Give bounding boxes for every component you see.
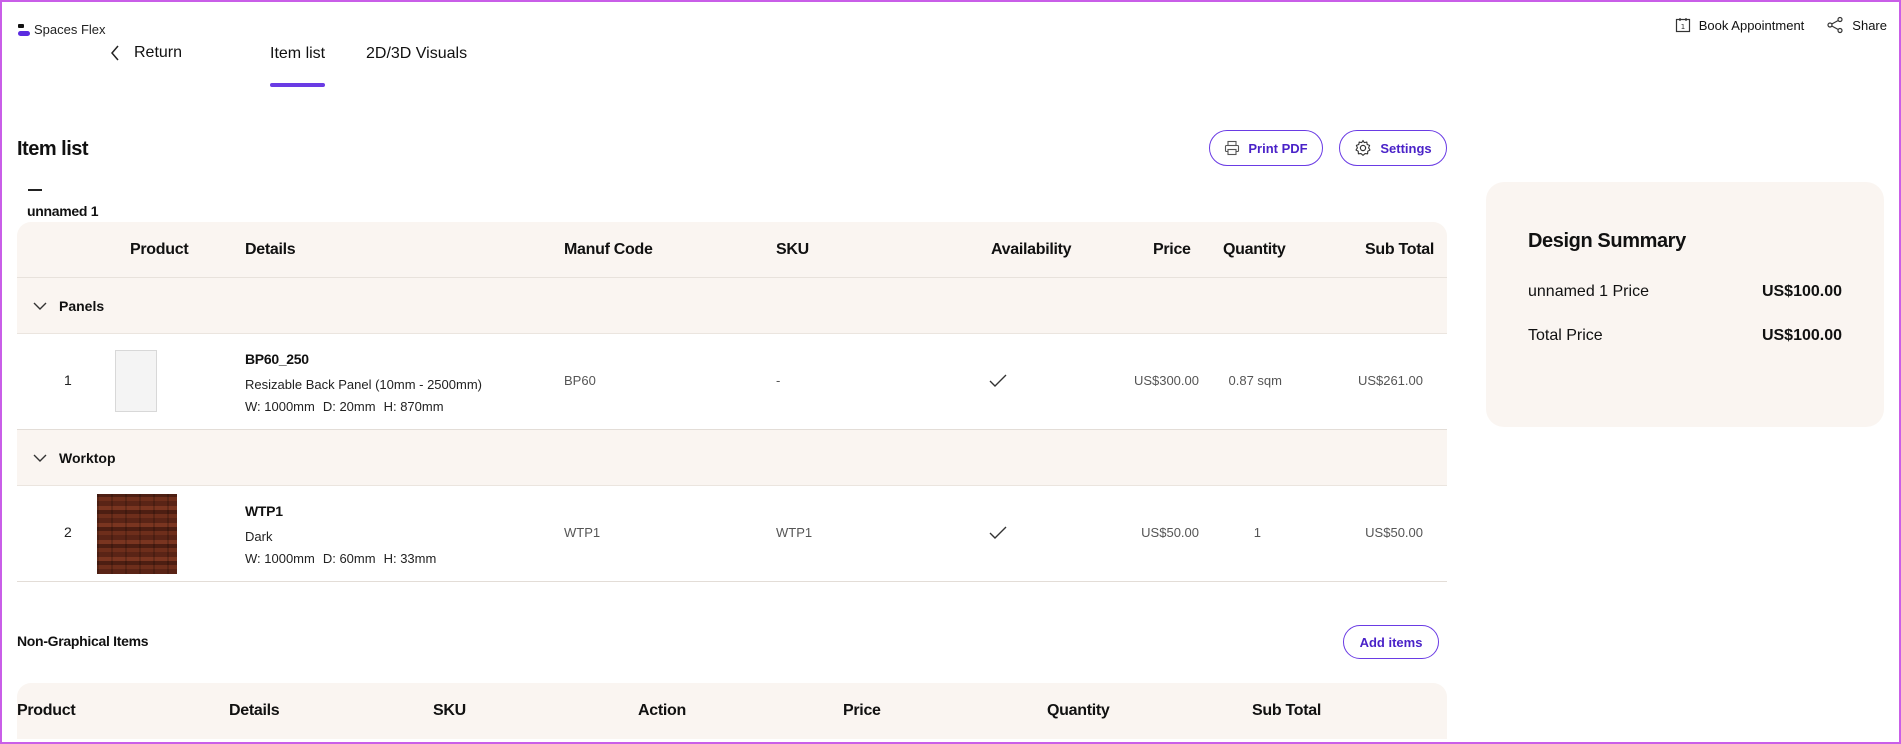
items-table: Product Details Manuf Code SKU Availabil… (17, 222, 1447, 582)
collapse-group-toggle[interactable] (28, 189, 42, 191)
add-items-label: Add items (1359, 634, 1423, 650)
product-thumbnail[interactable] (115, 350, 157, 412)
ng-col-quantity: Quantity (1047, 702, 1110, 719)
table-row[interactable]: 2 WTP1 Dark W: 1000mm D: 60mm H: 33mm WT… (17, 486, 1447, 582)
ng-col-product: Product (17, 702, 76, 719)
book-appointment-label: Book Appointment (1698, 17, 1805, 33)
category-name: Worktop (59, 449, 116, 466)
row-number: 2 (64, 524, 72, 540)
col-availability: Availability (991, 241, 1072, 258)
tab-visuals[interactable]: 2D/3D Visuals (366, 45, 467, 63)
logo-icon (18, 23, 30, 36)
share-label: Share (1852, 17, 1887, 33)
group-name: unnamed 1 (27, 203, 99, 219)
col-product: Product (130, 241, 189, 258)
chevron-left-icon (111, 45, 119, 61)
page-title: Item list (17, 138, 89, 160)
row-number: 1 (64, 372, 72, 388)
design-summary-panel: Design Summary unnamed 1 Price US$100.00… (1486, 182, 1884, 427)
item-description: Dark (245, 529, 273, 544)
summary-label: Total Price (1528, 327, 1603, 344)
item-dimensions: W: 1000mm D: 60mm H: 33mm (245, 551, 436, 566)
ng-col-action: Action (638, 702, 686, 719)
check-icon (989, 374, 1007, 387)
summary-value: US$100.00 (1761, 327, 1842, 344)
summary-value: US$100.00 (1761, 283, 1842, 300)
summary-title: Design Summary (1528, 230, 1686, 252)
item-description: Resizable Back Panel (10mm - 2500mm) (245, 377, 482, 392)
dim-depth: D: 20mm (322, 399, 376, 414)
non-graphical-title: Non-Graphical Items (17, 633, 149, 649)
ng-col-sku: SKU (433, 702, 466, 719)
quantity: 0.87 sqm (1228, 373, 1282, 388)
manuf-code: WTP1 (564, 525, 601, 540)
ng-col-price: Price (843, 702, 881, 719)
dim-width: W: 1000mm (245, 399, 315, 414)
return-label: Return (134, 44, 183, 61)
table-header: Product Details Manuf Code SKU Availabil… (17, 222, 1447, 278)
non-graphical-table-header: Product Details SKU Action Price Quantit… (17, 683, 1447, 739)
sku: WTP1 (776, 525, 813, 540)
col-sku: SKU (776, 241, 809, 258)
col-subtotal: Sub Total (1365, 241, 1434, 258)
chevron-down-icon (33, 454, 47, 462)
dim-width: W: 1000mm (245, 551, 315, 566)
product-thumbnail[interactable] (97, 494, 177, 574)
summary-row: unnamed 1 Price US$100.00 (1528, 283, 1842, 301)
svg-text:1: 1 (1681, 23, 1685, 31)
check-icon (989, 526, 1007, 539)
dim-depth: D: 60mm (322, 551, 376, 566)
tab-item-list[interactable]: Item list (270, 45, 326, 87)
summary-label: unnamed 1 Price (1528, 283, 1649, 300)
share-icon (1827, 16, 1843, 34)
col-details: Details (245, 241, 296, 258)
book-appointment-button[interactable]: 1 Book Appointment (1675, 17, 1805, 33)
share-button[interactable]: Share (1826, 16, 1887, 34)
gear-icon (1355, 139, 1371, 156)
chevron-down-icon (33, 302, 47, 310)
sku: - (776, 373, 781, 388)
ng-col-subtotal: Sub Total (1252, 702, 1321, 719)
top-actions: 1 Book Appointment Share (1675, 16, 1887, 34)
item-name: WTP1 (245, 503, 283, 519)
dim-height: H: 870mm (383, 399, 444, 414)
settings-label: Settings (1380, 140, 1432, 156)
return-button[interactable]: Return (110, 44, 182, 62)
category-row-panels[interactable]: Panels (17, 278, 1447, 334)
print-pdf-label: Print PDF (1248, 140, 1308, 156)
item-name: BP60_250 (245, 351, 309, 367)
category-name: Panels (59, 297, 105, 314)
col-manuf-code: Manuf Code (564, 241, 653, 258)
category-row-worktop[interactable]: Worktop (17, 430, 1447, 486)
summary-row: Total Price US$100.00 (1528, 327, 1842, 345)
col-quantity: Quantity (1223, 241, 1286, 258)
print-pdf-button[interactable]: Print PDF (1209, 130, 1323, 166)
col-price: Price (1153, 241, 1191, 258)
settings-button[interactable]: Settings (1339, 130, 1447, 166)
quantity: 1 (1253, 525, 1261, 540)
price: US$50.00 (1141, 525, 1199, 540)
subtotal: US$261.00 (1357, 373, 1423, 388)
printer-icon (1225, 140, 1240, 156)
item-dimensions: W: 1000mm D: 20mm H: 870mm (245, 399, 444, 414)
price: US$300.00 (1133, 373, 1199, 388)
manuf-code: BP60 (564, 373, 596, 388)
subtotal: US$50.00 (1365, 525, 1423, 540)
brand-name: Spaces Flex (34, 22, 106, 37)
calendar-icon: 1 (1675, 18, 1690, 33)
table-row[interactable]: 1 BP60_250 Resizable Back Panel (10mm - … (17, 334, 1447, 430)
add-items-button[interactable]: Add items (1343, 625, 1439, 659)
ng-col-details: Details (229, 702, 280, 719)
brand-logo[interactable]: Spaces Flex (18, 22, 106, 37)
dim-height: H: 33mm (383, 551, 437, 566)
